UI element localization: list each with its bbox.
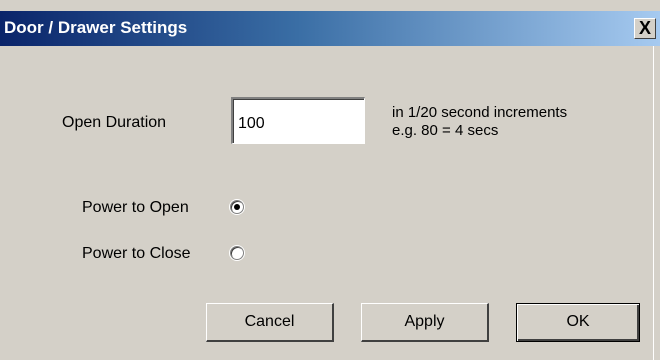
ok-button[interactable]: OK	[516, 303, 640, 342]
power-to-open-label[interactable]: Power to Open	[82, 199, 189, 217]
apply-button[interactable]: Apply	[361, 303, 489, 342]
open-duration-input[interactable]	[231, 97, 365, 144]
radio-selected-icon	[234, 204, 240, 210]
hint-line-2: e.g. 80 = 4 secs	[392, 122, 499, 139]
power-to-open-radio[interactable]	[230, 200, 244, 214]
open-duration-label: Open Duration	[62, 114, 167, 131]
hint-line-1: in 1/20 second increments	[392, 104, 568, 121]
power-to-close-radio[interactable]	[230, 246, 244, 260]
open-duration-hint: in 1/20 second increments e.g. 80 = 4 se…	[392, 104, 567, 140]
title-bar[interactable]: Door / Drawer Settings X	[0, 11, 660, 46]
window-frame-edge	[653, 46, 660, 360]
close-icon: X	[638, 18, 651, 38]
close-button[interactable]: X	[634, 18, 656, 39]
power-to-close-label[interactable]: Power to Close	[82, 245, 191, 263]
window-title: Door / Drawer Settings	[4, 18, 188, 37]
door-drawer-settings-dialog: Door / Drawer Settings X Open Duration i…	[0, 0, 660, 360]
cancel-button[interactable]: Cancel	[206, 303, 334, 342]
